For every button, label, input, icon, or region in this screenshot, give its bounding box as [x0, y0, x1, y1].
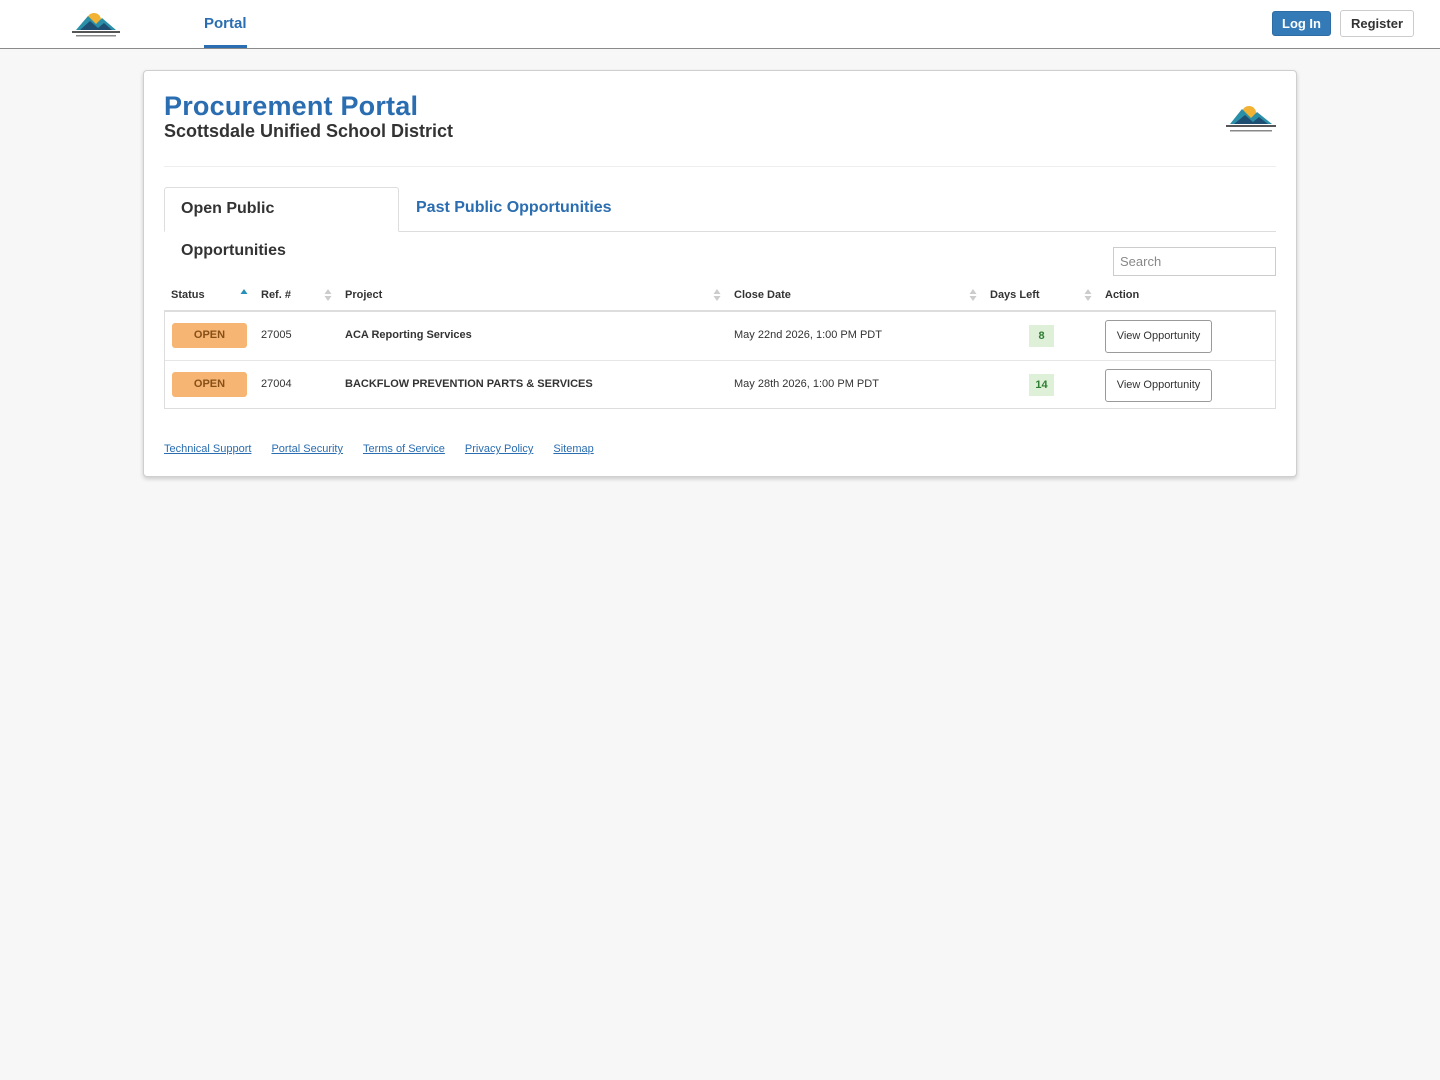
project-name: BACKFLOW PREVENTION PARTS & SERVICES	[345, 378, 593, 390]
portal-card: Procurement Portal Scottsdale Unified Sc…	[143, 70, 1297, 477]
status-badge: OPEN	[172, 323, 247, 348]
district-logo-icon[interactable]	[70, 8, 122, 40]
close-date: May 22nd 2026, 1:00 PM PDT	[734, 329, 882, 341]
column-header-project[interactable]: Project	[345, 282, 382, 312]
column-header-action: Action	[1105, 289, 1140, 301]
page-title: Procurement Portal	[164, 91, 419, 121]
ref-number: 27004	[261, 378, 292, 390]
sort-icon[interactable]	[1084, 288, 1092, 302]
header-divider	[164, 166, 1276, 167]
close-date: May 28th 2026, 1:00 PM PDT	[734, 378, 879, 390]
tab-open-opportunities[interactable]: Open Public Opportunities	[164, 187, 399, 259]
tab-past-opportunities[interactable]: Past Public Opportunities	[400, 187, 628, 232]
sort-icon[interactable]	[969, 288, 977, 302]
register-button[interactable]: Register	[1340, 10, 1414, 37]
days-left-badge: 8	[1029, 325, 1054, 347]
footer-link-portal-security[interactable]: Portal Security	[271, 443, 343, 455]
footer-link-privacy-policy[interactable]: Privacy Policy	[465, 443, 533, 455]
login-button[interactable]: Log In	[1272, 11, 1331, 36]
search-input[interactable]	[1113, 247, 1276, 276]
ref-number: 27005	[261, 329, 292, 341]
sort-asc-icon[interactable]	[240, 288, 248, 302]
table-row: OPEN 27005 ACA Reporting Services May 22…	[165, 312, 1275, 360]
table-header: Status Ref. # Project Close Date Days Le…	[164, 282, 1276, 312]
nav-portal-link[interactable]: Portal	[204, 0, 247, 48]
status-badge: OPEN	[172, 372, 247, 397]
footer-link-technical-support[interactable]: Technical Support	[164, 443, 251, 455]
view-opportunity-button[interactable]: View Opportunity	[1105, 320, 1212, 353]
days-left-badge: 14	[1029, 374, 1054, 396]
column-header-status[interactable]: Status	[171, 282, 205, 312]
footer-link-terms-of-service[interactable]: Terms of Service	[363, 443, 445, 455]
table-body: OPEN 27005 ACA Reporting Services May 22…	[164, 312, 1276, 409]
page-subtitle: Scottsdale Unified School District	[164, 121, 454, 141]
opportunity-tabs: Open Public Opportunities Past Public Op…	[164, 187, 1276, 259]
top-navbar: Portal Log In Register	[0, 0, 1440, 49]
column-header-days-left[interactable]: Days Left	[990, 282, 1040, 312]
sort-icon[interactable]	[324, 288, 332, 302]
footer-link-sitemap[interactable]: Sitemap	[553, 443, 593, 455]
sort-icon[interactable]	[713, 288, 721, 302]
district-logo-icon	[1226, 106, 1276, 132]
project-name: ACA Reporting Services	[345, 329, 472, 341]
column-header-ref[interactable]: Ref. #	[261, 282, 291, 312]
opportunities-table: Status Ref. # Project Close Date Days Le…	[164, 282, 1276, 409]
column-header-close-date[interactable]: Close Date	[734, 282, 791, 312]
footer-links: Technical Support Portal Security Terms of…	[164, 443, 614, 455]
table-row: OPEN 27004 BACKFLOW PREVENTION PARTS & S…	[165, 360, 1275, 408]
view-opportunity-button[interactable]: View Opportunity	[1105, 369, 1212, 402]
